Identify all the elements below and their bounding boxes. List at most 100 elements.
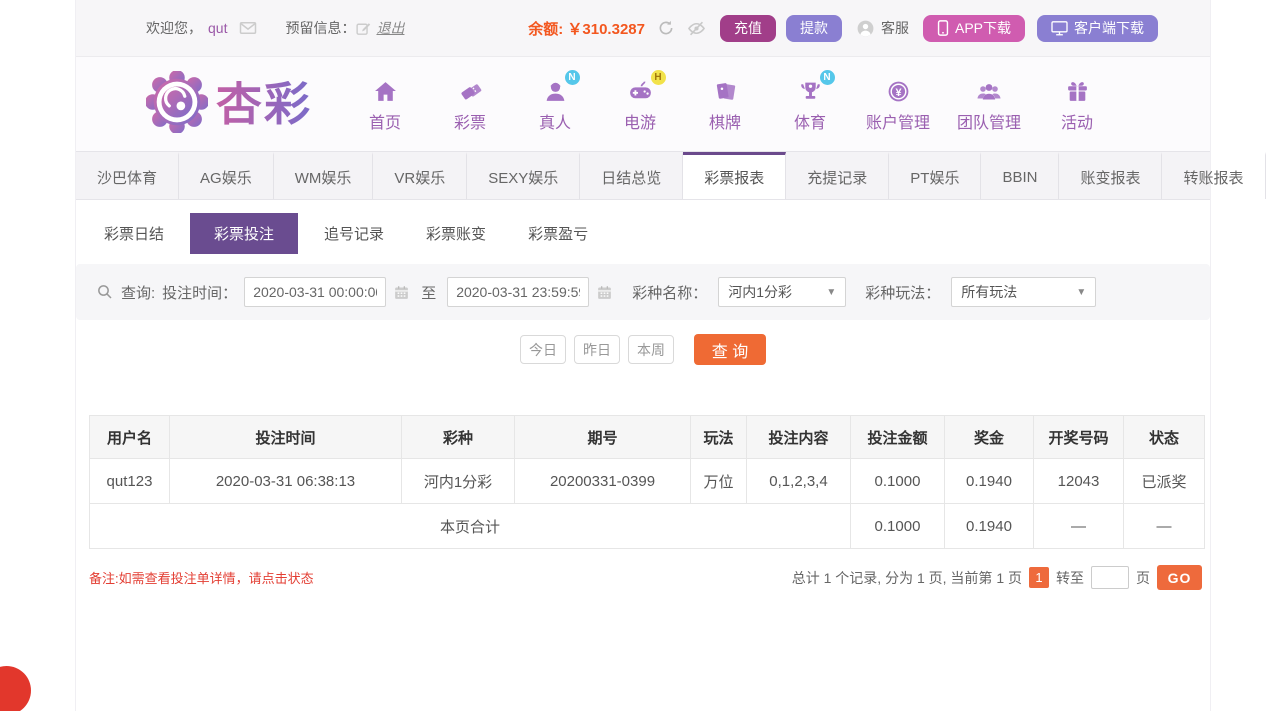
column-header: 开奖号码 [1033,415,1124,459]
nav-item-account[interactable]: ¥ 账户管理 [866,76,930,133]
time-from-input[interactable] [244,277,387,307]
eye-off-icon[interactable] [687,19,706,38]
tab-item[interactable]: VR娱乐 [373,152,468,199]
nav-item-lottery[interactable]: 彩票 [441,76,499,133]
tab-item[interactable]: SEXY娱乐 [467,152,581,199]
nav-item-egames[interactable]: H 电游 [611,69,669,133]
gamepad-icon: H [627,69,666,104]
bet-time-label: 投注时间： [162,284,238,302]
nav-item-activity[interactable]: 活动 [1048,76,1106,133]
today-button[interactable]: 今日 [520,335,566,364]
phone-icon [937,20,949,36]
tab-item-active[interactable]: 彩票报表 [683,152,787,199]
tab-item[interactable]: 日结总览 [580,152,684,199]
subtab-bar: 彩票日结 彩票投注 追号记录 彩票账变 彩票盈亏 [88,212,1210,254]
nav-label: 活动 [1061,114,1094,132]
main-nav: 首页 彩票 N 真人 H 电游 棋牌 N 体育 ¥ 账户管理 团队管理 活动 [356,69,1106,133]
live-person-icon: N [543,69,580,104]
summary-label: 本页合计 [89,503,851,549]
pagination: 总计 1 个记录, 分为 1 页, 当前第 1 页 1 转至 页 GO [792,565,1202,590]
search-icon [96,283,114,301]
pagination-info: 总计 1 个记录, 分为 1 页, 当前第 1 页 [791,569,1022,586]
nav-item-team[interactable]: 团队管理 [957,76,1021,133]
column-header: 投注内容 [746,415,851,459]
team-icon [975,76,1003,104]
page-input[interactable] [1091,566,1129,589]
calendar-icon[interactable] [393,284,410,301]
yesterday-button[interactable]: 昨日 [574,335,620,364]
tab-item[interactable]: 充提记录 [786,152,890,199]
brand-name: 杏彩 [216,78,312,130]
nav-label: 首页 [368,114,401,132]
this-week-button[interactable]: 本周 [628,335,674,364]
tab-item[interactable]: AG娱乐 [179,152,274,199]
subtab-item-active[interactable]: 彩票投注 [190,212,299,254]
cell-status-link[interactable]: 已派奖 [1123,458,1205,504]
tab-item[interactable]: WM娱乐 [274,152,374,199]
tab-item[interactable]: 余额查询 [1266,152,1281,199]
edit-icon[interactable] [355,20,372,37]
column-header: 用户名 [89,415,170,459]
tab-item[interactable]: 账变报表 [1059,152,1163,199]
app-download-button[interactable]: APP下载 [922,14,1025,42]
main-column: 欢迎您， qut 预留信息： 退出 余额: ￥310.3287 充值 提款 客服… [75,0,1266,711]
cell-content: 0,1,2,3,4 [746,458,851,504]
nav-label: 体育 [793,114,826,132]
tab-item[interactable]: BBIN [981,152,1060,199]
client-download-button[interactable]: 客户端下载 [1037,14,1158,42]
go-button[interactable]: GO [1157,565,1202,590]
nav-item-boardgames[interactable]: 棋牌 [696,76,754,133]
monitor-icon [1051,20,1068,36]
tab-item[interactable]: PT娱乐 [889,152,982,199]
subtab-item[interactable]: 追号记录 [308,213,400,254]
balance-value: ￥310.3287 [567,20,645,38]
summary-draw: — [1033,503,1124,549]
withdraw-button[interactable]: 提款 [785,14,842,42]
brand[interactable]: 杏彩 [145,69,312,138]
floating-button[interactable] [0,666,31,711]
balance: 余额: ￥310.3287 [528,18,645,39]
page: 欢迎您， qut 预留信息： 退出 余额: ￥310.3287 充值 提款 客服… [0,0,1281,711]
current-page-badge[interactable]: 1 [1029,567,1049,588]
nav-item-home[interactable]: 首页 [356,76,414,133]
brand-logo-icon [145,69,209,138]
refresh-icon[interactable] [657,19,675,37]
column-header: 投注金额 [850,415,945,459]
topbar: 欢迎您， qut 预留信息： 退出 余额: ￥310.3287 充值 提款 客服… [76,0,1210,57]
cell-lottery: 河内1分彩 [401,458,515,504]
home-icon [373,76,398,104]
query-label: 查询: [121,284,156,302]
gift-icon [1065,76,1090,104]
deposit-button[interactable]: 充值 [719,14,776,42]
page-label: 页 [1136,569,1150,586]
service-label: 客服 [880,20,909,36]
welcome-text: 欢迎您， qut [146,18,227,38]
goto-label: 转至 [1056,569,1084,586]
chevron-down-icon: ▼ [1076,286,1087,298]
mail-icon[interactable] [239,19,257,37]
column-header: 状态 [1123,415,1205,459]
service-link[interactable]: 客服 [856,18,909,38]
tab-item[interactable]: 转账报表 [1162,152,1266,199]
time-to-input[interactable] [447,277,590,307]
play-select[interactable]: 所有玩法 ▼ [951,277,1097,307]
quick-range-actions: 今日 昨日 本周 查 询 [76,334,1210,365]
subtab-item[interactable]: 彩票盈亏 [512,213,604,254]
logout-link[interactable]: 退出 [376,18,404,38]
trophy-icon: N [798,69,835,104]
nav-item-live[interactable]: N 真人 [526,69,584,133]
summary-prize: 0.1940 [944,503,1034,549]
subtab-item[interactable]: 彩票日结 [88,213,180,254]
nav-label: 团队管理 [957,114,1022,132]
nav-label: 真人 [538,114,571,132]
subtab-item[interactable]: 彩票账变 [410,213,502,254]
play-select-value: 所有玩法 [961,284,1018,300]
lottery-select[interactable]: 河内1分彩 ▼ [718,277,847,307]
column-header: 投注时间 [169,415,402,459]
nav-item-sports[interactable]: N 体育 [781,69,839,133]
calendar-icon[interactable] [596,284,613,301]
search-button[interactable]: 查 询 [694,334,766,365]
play-type-label: 彩种玩法： [865,284,941,302]
tab-item[interactable]: 沙巴体育 [76,152,180,199]
column-header: 玩法 [690,415,747,459]
